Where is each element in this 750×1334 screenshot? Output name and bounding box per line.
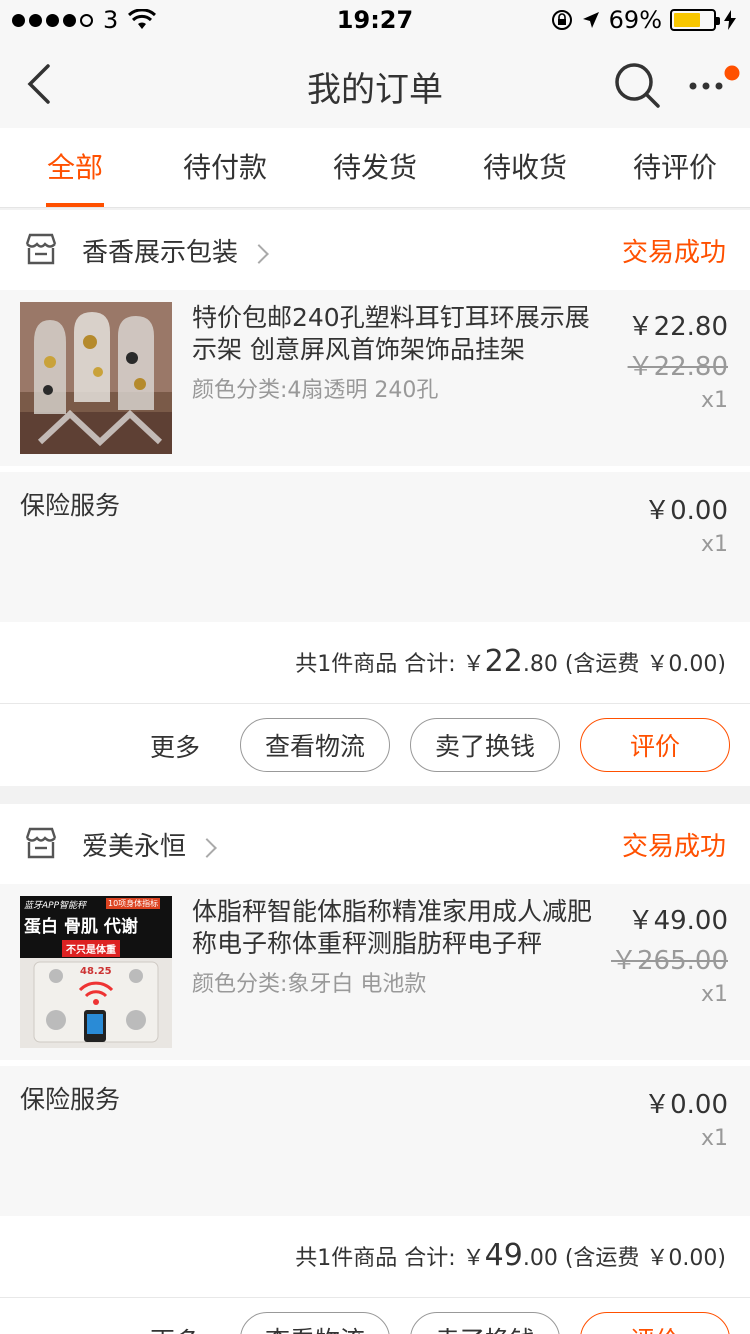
tab-all[interactable]: 全部: [0, 128, 150, 207]
order-item[interactable]: 特价包邮240孔塑料耳钉耳环展示展示架 创意屏风首饰架饰品挂架 颜色分类:4扇透…: [0, 290, 750, 466]
order-summary: 共1件商品 合计: ￥22.80 (含运费 ￥0.00): [0, 622, 750, 704]
thumbnail-headline: 蛋白 骨肌 代谢: [24, 917, 138, 937]
order-tabs: 全部 待付款 待发货 待收货 待评价: [0, 128, 750, 208]
order-status: 交易成功: [621, 832, 726, 862]
shop-icon: [25, 233, 57, 265]
rotation-lock-icon: [551, 10, 572, 30]
service-quantity: x1: [700, 532, 728, 557]
product-original-price: ￥265.00: [611, 946, 728, 976]
product-price: ￥22.80: [627, 312, 728, 342]
charging-bolt-icon: [724, 10, 736, 30]
summary-shipping: (含运费 ￥0.00): [557, 652, 726, 677]
chevron-right-icon: [249, 243, 269, 264]
thumbnail-tag: 10项身体指标: [106, 898, 161, 909]
product-title: 特价包邮240孔塑料耳钉耳环展示展示架 创意屏风首饰架饰品挂架: [192, 303, 590, 364]
review-button[interactable]: 评价: [580, 718, 730, 772]
search-icon[interactable]: [612, 60, 662, 110]
shop-name: 香香展示包装: [82, 238, 239, 268]
view-logistics-button[interactable]: 查看物流: [240, 1312, 390, 1334]
shop-name: 爱美永恒: [82, 832, 187, 862]
tab-pending-receipt[interactable]: 待收货: [450, 128, 600, 207]
service-price: ￥0.00: [644, 496, 728, 526]
resell-button[interactable]: 卖了换钱: [410, 1312, 560, 1334]
insurance-service-row[interactable]: 保险服务 ￥0.00 x1: [0, 1066, 750, 1216]
shop-icon: [25, 827, 57, 859]
more-menu-icon[interactable]: [684, 60, 740, 110]
product-title: 体脂秤智能体脂称精准家用成人减肥称电子称体重秤测脂肪秤电子秤: [192, 897, 593, 958]
summary-total-integer: 22: [484, 644, 523, 679]
order-actions: 更多 查看物流 卖了换钱 评价: [0, 704, 750, 786]
product-quantity: x1: [700, 388, 728, 413]
more-link[interactable]: 更多: [150, 728, 200, 764]
resell-button[interactable]: 卖了换钱: [410, 718, 560, 772]
tab-pending-review[interactable]: 待评价: [600, 128, 750, 207]
thumbnail-display: 48.25: [80, 966, 112, 977]
shop-header[interactable]: 爱美永恒 交易成功: [0, 804, 750, 884]
service-price: ￥0.00: [644, 1090, 728, 1120]
battery-icon: [670, 9, 720, 31]
summary-total-integer: 49: [484, 1238, 523, 1273]
service-name: 保险服务: [20, 491, 121, 520]
review-button[interactable]: 评价: [580, 1312, 730, 1334]
summary-shipping: (含运费 ￥0.00): [557, 1246, 726, 1271]
summary-prefix: 共1件商品 合计: ￥: [295, 652, 485, 677]
view-logistics-button[interactable]: 查看物流: [240, 718, 390, 772]
product-original-price: ￥22.80: [627, 352, 728, 382]
order-card: 爱美永恒 交易成功 蓝牙APP智能秤 10项身体指标 蛋白 骨肌 代谢 不只是体…: [0, 804, 750, 1334]
service-quantity: x1: [700, 1126, 728, 1151]
navigation-bar: 我的订单: [0, 40, 750, 128]
product-quantity: x1: [700, 982, 728, 1007]
order-status: 交易成功: [621, 238, 726, 268]
order-actions: 更多 查看物流 卖了换钱 评价: [0, 1298, 750, 1334]
summary-total-decimal: .80: [522, 652, 558, 677]
thumbnail-caption: 蓝牙APP智能秤: [24, 901, 87, 911]
status-bar: 3 19:27 69%: [0, 0, 750, 40]
shop-header[interactable]: 香香展示包装 交易成功: [0, 210, 750, 290]
insurance-service-row[interactable]: 保险服务 ￥0.00 x1: [0, 472, 750, 622]
product-sku: 颜色分类:4扇透明 240孔: [192, 378, 439, 403]
notification-dot: [724, 65, 740, 81]
tab-pending-payment[interactable]: 待付款: [150, 128, 300, 207]
location-arrow-icon: [582, 12, 599, 28]
order-card: 香香展示包装 交易成功 特价包邮240孔塑料耳钉耳环展示展示架 创意屏风首饰架饰…: [0, 210, 750, 786]
product-sku: 颜色分类:象牙白 电池款: [192, 972, 427, 997]
battery-percent: 69%: [608, 6, 662, 34]
product-thumbnail: 蓝牙APP智能秤 10项身体指标 蛋白 骨肌 代谢 不只是体重 48.25: [20, 896, 172, 1048]
chevron-right-icon: [197, 837, 217, 858]
order-summary: 共1件商品 合计: ￥49.00 (含运费 ￥0.00): [0, 1216, 750, 1298]
thumbnail-subhead: 不只是体重: [62, 940, 120, 957]
service-name: 保险服务: [20, 1085, 121, 1114]
product-price: ￥49.00: [627, 906, 728, 936]
order-item[interactable]: 蓝牙APP智能秤 10项身体指标 蛋白 骨肌 代谢 不只是体重 48.25 体脂…: [0, 884, 750, 1060]
product-thumbnail: [20, 302, 172, 454]
order-separator: [0, 786, 750, 804]
summary-total-decimal: .00: [522, 1246, 558, 1271]
tab-pending-shipment[interactable]: 待发货: [300, 128, 450, 207]
more-link[interactable]: 更多: [150, 1322, 200, 1334]
summary-prefix: 共1件商品 合计: ￥: [295, 1246, 485, 1271]
